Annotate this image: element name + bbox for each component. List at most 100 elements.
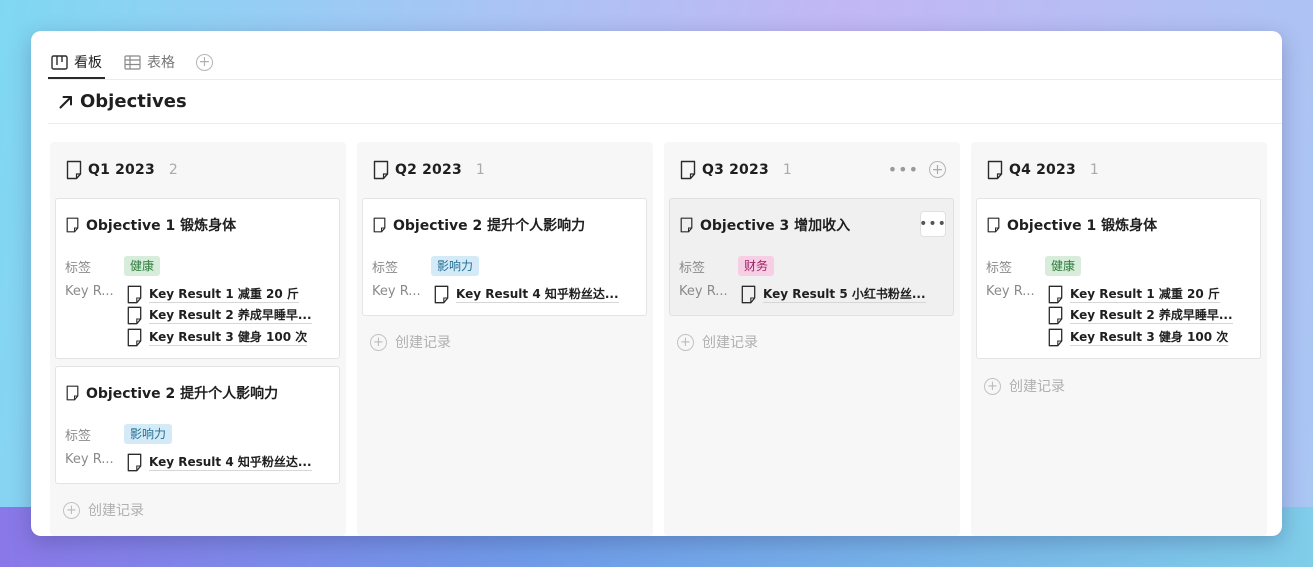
key-result-link[interactable]: Key Result 5 小红书粉丝... (741, 285, 926, 304)
document-icon (66, 217, 79, 233)
create-record-label: 创建记录 (88, 503, 144, 519)
document-icon (66, 385, 79, 401)
key-result-link[interactable]: Key Result 2 养成早睡早... (1048, 306, 1233, 325)
key-result-text: Key Result 2 养成早睡早... (1070, 308, 1233, 324)
tabs-divider (48, 79, 1282, 80)
column-count: 2 (168, 162, 178, 178)
column-count: 1 (782, 162, 792, 178)
document-icon (680, 160, 696, 180)
more-options-icon: ••• (919, 216, 947, 232)
card-title-text: Objective 3 增加收入 (700, 218, 851, 234)
column-title: Q2 2023 (395, 162, 462, 178)
key-result-link[interactable]: Key Result 3 健身 100 次 (1048, 328, 1229, 347)
tab-label: 表格 (147, 55, 175, 71)
column-q3-2023: Q3 2023 1 ••• + Objective 3 增加收入 ••• 标签 … (664, 142, 960, 536)
document-icon (373, 217, 386, 233)
plus-icon: + (931, 161, 944, 178)
column-header: Q1 2023 2 (50, 142, 346, 198)
key-result-link[interactable]: Key Result 1 减重 20 斤 (127, 285, 299, 304)
card-title-text: Objective 1 锻炼身体 (86, 218, 237, 234)
tag-badge: 影响力 (431, 256, 480, 276)
key-result-text: Key Result 4 知乎粉丝达... (149, 455, 312, 471)
view-tabs: 看板 表格 + (48, 45, 1282, 79)
card-more-button[interactable]: ••• (919, 211, 947, 237)
key-result-property-label: Key R... (65, 284, 114, 299)
tag-property-label: 标签 (679, 261, 706, 276)
card-title: Objective 3 增加收入 (680, 215, 850, 235)
tab-kanban[interactable]: 看板 (48, 45, 105, 79)
arrow-up-right-icon (59, 95, 72, 108)
key-result-property-label: Key R... (679, 284, 728, 299)
document-icon (127, 306, 142, 325)
add-view-button[interactable]: + (196, 53, 213, 71)
record-card[interactable]: Objective 1 锻炼身体 标签 健康 Key R... Key Resu… (976, 198, 1261, 359)
card-title-text: Objective 2 提升个人影响力 (86, 386, 279, 402)
plus-circle-icon: + (984, 377, 1001, 395)
key-result-text: Key Result 2 养成早睡早... (149, 308, 312, 324)
column-title: Q4 2023 (1009, 162, 1076, 178)
column-q1-2023: Q1 2023 2 Objective 1 锻炼身体 标签 健康 Key R..… (50, 142, 346, 536)
app-window: 看板 表格 + Objectives Q1 2023 2 Objective 1… (31, 31, 1282, 536)
add-card-button[interactable]: + (929, 161, 946, 178)
tag-badge: 影响力 (124, 424, 173, 444)
document-icon (680, 217, 693, 233)
column-q2-2023: Q2 2023 1 Objective 2 提升个人影响力 标签 影响力 Key… (357, 142, 653, 536)
card-title: Objective 1 锻炼身体 (987, 215, 1157, 235)
tag-property-label: 标签 (65, 261, 92, 276)
document-icon (373, 160, 389, 180)
create-record-button[interactable]: + 创建记录 (370, 332, 451, 352)
key-result-link[interactable]: Key Result 2 养成早睡早... (127, 306, 312, 325)
key-result-text: Key Result 3 健身 100 次 (1070, 330, 1229, 346)
document-icon (127, 285, 142, 304)
key-result-link[interactable]: Key Result 4 知乎粉丝达... (434, 285, 619, 304)
key-result-link[interactable]: Key Result 4 知乎粉丝达... (127, 453, 312, 472)
key-result-text: Key Result 4 知乎粉丝达... (456, 287, 619, 303)
tab-label: 看板 (74, 55, 102, 71)
tab-table[interactable]: 表格 (121, 45, 178, 79)
card-title-text: Objective 2 提升个人影响力 (393, 218, 586, 234)
document-icon (987, 160, 1003, 180)
plus-circle-icon: + (370, 333, 387, 351)
create-record-button[interactable]: + 创建记录 (984, 376, 1065, 396)
document-icon (1048, 285, 1063, 304)
document-icon (741, 285, 756, 304)
document-icon (66, 160, 82, 180)
table-icon (124, 54, 141, 70)
card-title: Objective 2 提升个人影响力 (66, 383, 278, 403)
tag-badge: 财务 (738, 256, 775, 276)
create-record-label: 创建记录 (395, 335, 451, 351)
document-icon (1048, 328, 1063, 347)
kanban-icon (51, 54, 68, 70)
tag-property-label: 标签 (65, 429, 92, 444)
column-title: Q3 2023 (702, 162, 769, 178)
document-icon (434, 285, 449, 304)
title-divider (48, 123, 1282, 124)
page-title: Objectives (80, 91, 187, 112)
record-card[interactable]: Objective 3 增加收入 ••• 标签 财务 Key R... Key … (669, 198, 954, 316)
record-card[interactable]: Objective 2 提升个人影响力 标签 影响力 Key R... Key … (55, 366, 340, 484)
tag-badge: 健康 (124, 256, 161, 276)
create-record-label: 创建记录 (1009, 379, 1065, 395)
column-q4-2023: Q4 2023 1 Objective 1 锻炼身体 标签 健康 Key R..… (971, 142, 1267, 536)
kanban-board: Q1 2023 2 Objective 1 锻炼身体 标签 健康 Key R..… (50, 142, 1282, 536)
key-result-property-label: Key R... (986, 284, 1035, 299)
column-title: Q1 2023 (88, 162, 155, 178)
card-title: Objective 2 提升个人影响力 (373, 215, 585, 235)
card-title: Objective 1 锻炼身体 (66, 215, 236, 235)
plus-circle-icon: + (677, 333, 694, 351)
key-result-link[interactable]: Key Result 1 减重 20 斤 (1048, 285, 1220, 304)
document-icon (987, 217, 1000, 233)
record-card[interactable]: Objective 1 锻炼身体 标签 健康 Key R... Key Resu… (55, 198, 340, 359)
create-record-button[interactable]: + 创建记录 (63, 500, 144, 520)
record-card[interactable]: Objective 2 提升个人影响力 标签 影响力 Key R... Key … (362, 198, 647, 316)
key-result-property-label: Key R... (372, 284, 421, 299)
more-options-icon[interactable]: ••• (888, 161, 919, 178)
create-record-label: 创建记录 (702, 335, 758, 351)
column-header: Q2 2023 1 (357, 142, 653, 198)
key-result-link[interactable]: Key Result 3 健身 100 次 (127, 328, 308, 347)
plus-circle-icon: + (63, 501, 80, 519)
card-title-text: Objective 1 锻炼身体 (1007, 218, 1158, 234)
key-result-text: Key Result 3 健身 100 次 (149, 330, 308, 346)
key-result-text: Key Result 5 小红书粉丝... (763, 287, 926, 303)
create-record-button[interactable]: + 创建记录 (677, 332, 758, 352)
